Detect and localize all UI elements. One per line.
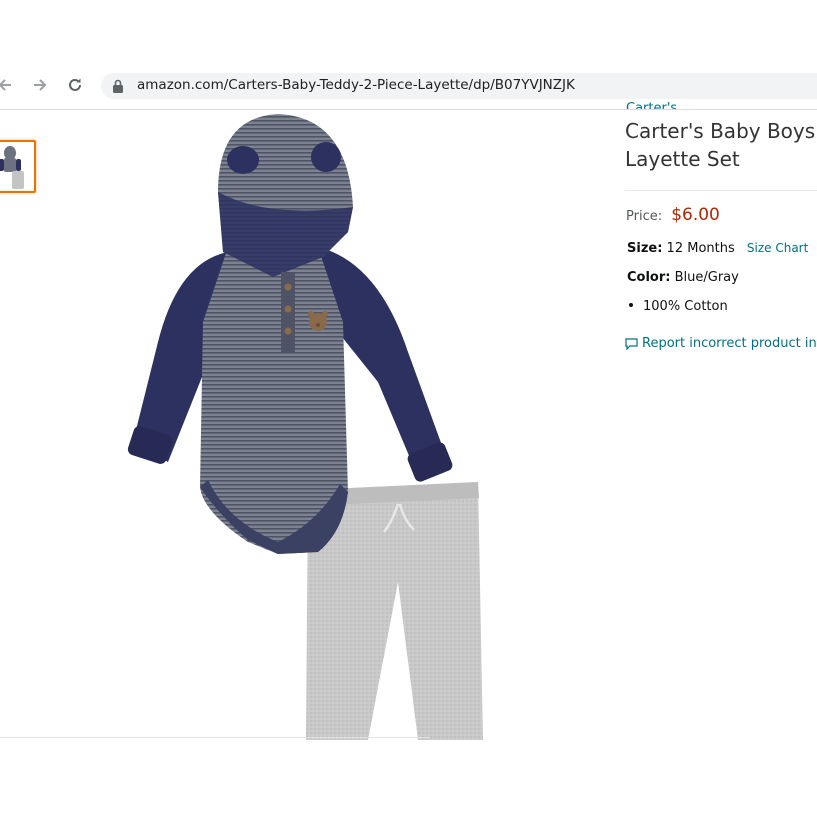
size-chart-link[interactable]: Size Chart [747, 241, 808, 255]
reload-icon [69, 78, 81, 91]
url-text: amazon.com/Carters-Baby-Teddy-2-Piece-La… [137, 77, 575, 93]
toolbar-divider [0, 109, 817, 110]
feature-text: 100% Cotton [643, 299, 728, 314]
browser-viewport: amazon.com/Carters-Baby-Teddy-2-Piece-La… [0, 0, 817, 817]
color-row: Color: Blue/Gray [627, 270, 739, 285]
thumbnail-outfit-image [0, 146, 24, 189]
back-button[interactable] [0, 72, 18, 98]
thumbnail-image[interactable] [0, 140, 36, 193]
color-label: Color: [627, 270, 671, 285]
bullet-icon [629, 303, 633, 307]
feature-bullet-item: 100% Cotton [627, 299, 728, 314]
arrow-left-icon [0, 79, 11, 91]
report-incorrect-info-link[interactable]: Report incorrect product infor [625, 336, 817, 351]
color-value: Blue/Gray [674, 270, 739, 285]
price-label: Price: [626, 209, 663, 224]
reload-button[interactable] [62, 72, 88, 98]
forward-button[interactable] [27, 72, 53, 98]
product-title-line-1: Carter's Baby Boys' T [625, 119, 817, 143]
price-row: Price: $6.00 [626, 205, 720, 225]
report-link-label: Report incorrect product infor [642, 336, 817, 351]
image-bottom-line [0, 737, 430, 738]
lock-icon [113, 79, 123, 93]
arrow-right-icon [34, 79, 47, 91]
feature-bullets: 100% Cotton [627, 299, 728, 314]
title-divider [625, 190, 817, 191]
brand-link[interactable]: Carter's [626, 97, 677, 109]
size-row: Size: 12 Months Size Chart [627, 241, 808, 256]
product-title-line-2: Layette Set [625, 147, 740, 171]
size-value: 12 Months [666, 241, 735, 256]
size-label: Size: [627, 241, 663, 256]
price-value: $6.00 [671, 205, 720, 225]
main-product-image[interactable] [118, 112, 498, 740]
address-bar[interactable]: amazon.com/Carters-Baby-Teddy-2-Piece-La… [101, 73, 817, 99]
product-title: Carter's Baby Boys' T Layette Set [625, 117, 817, 173]
outfit-illustration [127, 114, 483, 740]
feedback-bubble-icon [625, 337, 638, 350]
